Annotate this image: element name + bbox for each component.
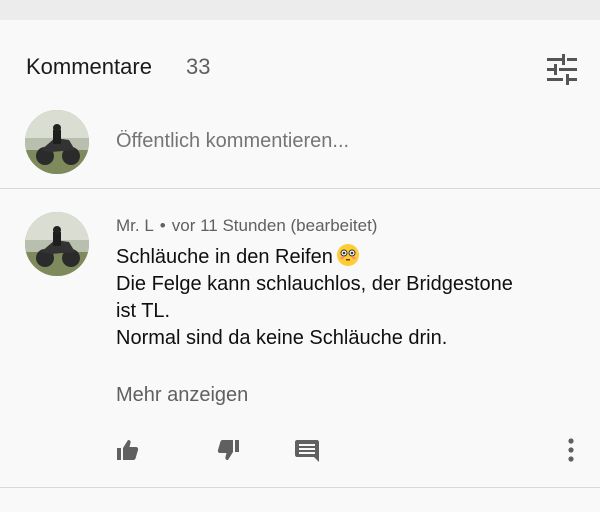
flushed-face-icon — [336, 244, 359, 266]
comment-line: Normal sind da keine Schläuche drin. — [116, 327, 448, 349]
comment-line: ist TL. — [116, 300, 171, 322]
sort-button[interactable] — [540, 48, 584, 92]
reply-button[interactable] — [289, 432, 325, 468]
comment-author[interactable]: Mr. L — [116, 216, 154, 235]
comment-compose — [0, 108, 600, 186]
divider — [0, 188, 600, 189]
comment-line: Schläuche in den Reifen — [116, 244, 566, 271]
comment-meta: Mr. L • vor 11 Stunden (bearbeitet) — [116, 216, 377, 236]
thumb-down-icon — [217, 440, 239, 460]
comment-body: Schläuche in den Reifen Die Felge kann s… — [116, 244, 566, 352]
comment-item: Mr. L • vor 11 Stunden (bearbeitet) Schläu… — [0, 190, 600, 486]
top-strip — [0, 0, 600, 20]
comment-reply-icon — [295, 440, 319, 462]
comment-time: vor 11 Stunden (bearbeitet) — [171, 216, 378, 235]
comments-title: Kommentare — [26, 54, 152, 79]
show-more-button[interactable]: Mehr anzeigen — [116, 384, 248, 407]
thumb-up-icon — [117, 440, 139, 460]
comment-actions — [0, 432, 600, 468]
divider — [0, 487, 600, 488]
comments-count: 33 — [186, 54, 211, 79]
more-options-button[interactable] — [553, 432, 589, 468]
dislike-button[interactable] — [211, 432, 247, 468]
avatar — [25, 110, 89, 174]
meta-separator: • — [159, 216, 166, 235]
comment-input[interactable] — [116, 126, 536, 156]
sort-filter-icon — [547, 54, 577, 85]
more-vertical-icon — [568, 438, 574, 462]
comment-line: Die Felge kann schlauchlos, der Bridgest… — [116, 273, 513, 295]
like-button[interactable] — [109, 432, 145, 468]
author-avatar[interactable] — [25, 212, 89, 276]
comments-header: Kommentare 33 — [0, 20, 600, 112]
